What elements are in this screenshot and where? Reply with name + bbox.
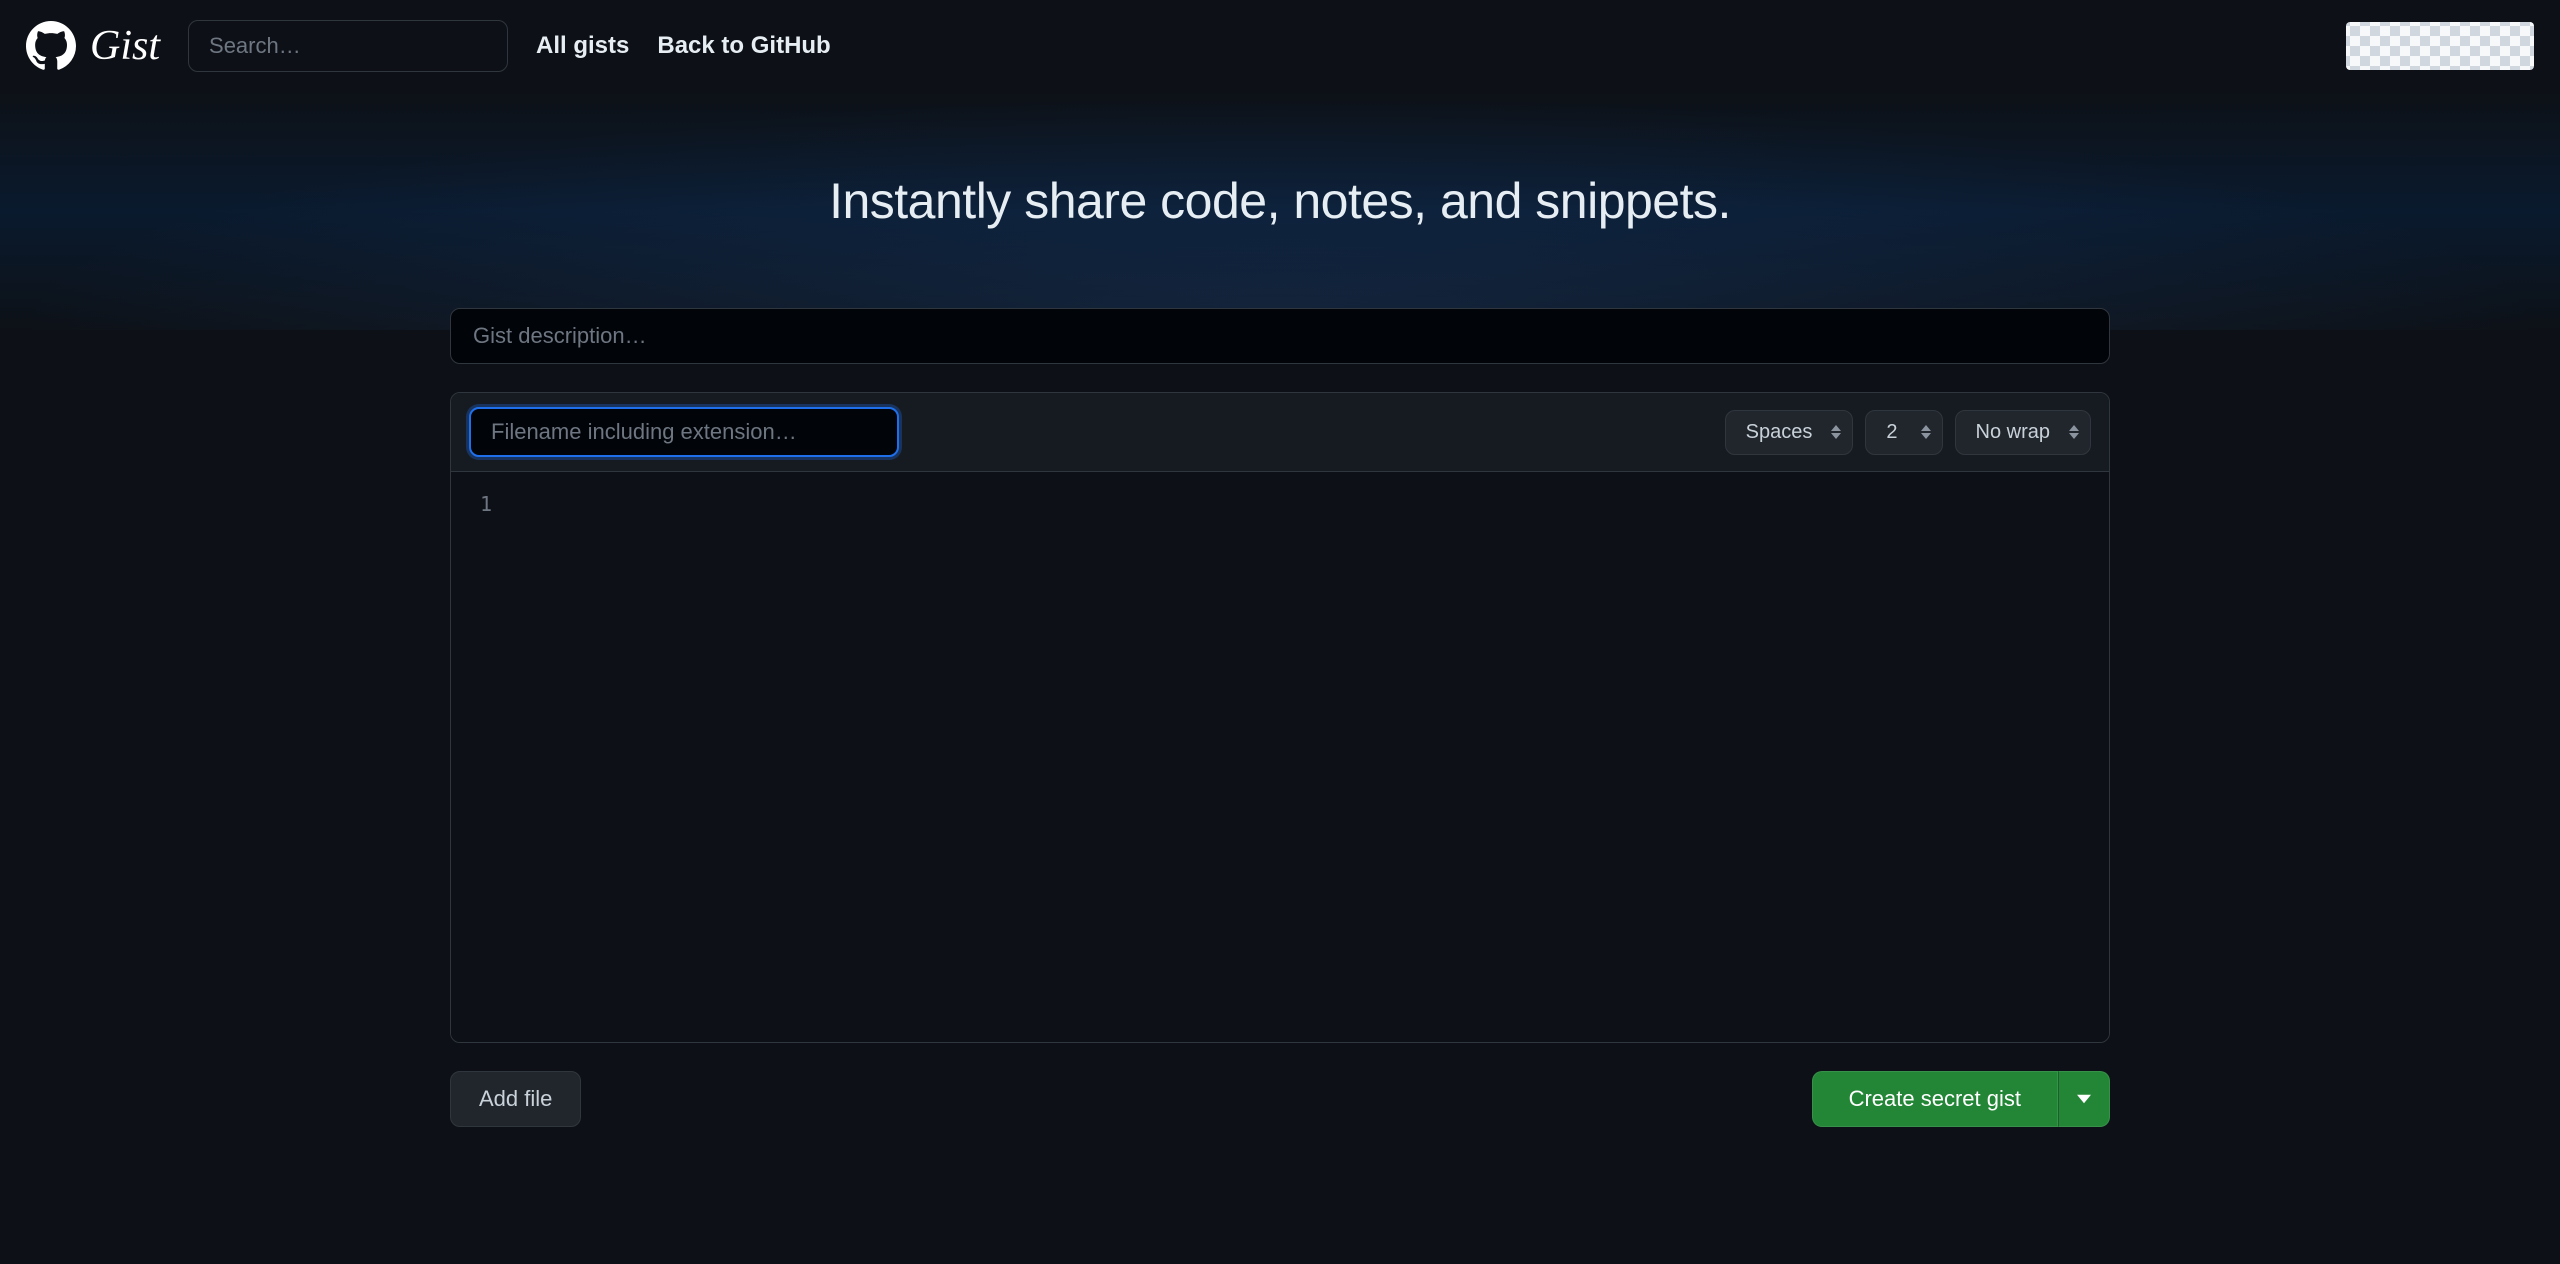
create-secret-gist-button[interactable]: Create secret gist (1812, 1071, 2058, 1127)
avatar[interactable] (2346, 22, 2534, 70)
line-number: 1 (451, 490, 521, 518)
indent-mode-select[interactable]: Spaces (1725, 410, 1854, 455)
editor-container: Spaces 2 No wrap (450, 392, 2110, 1043)
hero-section: Instantly share code, notes, and snippet… (0, 92, 2560, 330)
editor-toolbar: Spaces 2 No wrap (451, 393, 2109, 472)
caret-down-icon (2077, 1094, 2091, 1104)
logo[interactable]: Gist (26, 21, 160, 71)
add-file-button[interactable]: Add file (450, 1071, 581, 1127)
header: Gist All gists Back to GitHub (0, 0, 2560, 92)
main-content: Spaces 2 No wrap (410, 330, 2150, 1127)
editor-body: 1 (451, 472, 2109, 1042)
bottom-actions: Add file Create secret gist (450, 1071, 2110, 1127)
nav-all-gists[interactable]: All gists (536, 32, 629, 60)
wrap-mode-select[interactable]: No wrap (1955, 410, 2091, 455)
hero-title: Instantly share code, notes, and snippet… (0, 172, 2560, 230)
line-numbers: 1 (451, 472, 521, 1042)
github-icon (26, 21, 76, 71)
create-options-dropdown[interactable] (2058, 1071, 2110, 1127)
code-area[interactable] (521, 472, 2109, 1042)
search-input[interactable] (188, 20, 508, 72)
logo-gist-text: Gist (90, 22, 160, 70)
create-button-group: Create secret gist (1812, 1071, 2110, 1127)
indent-size-select[interactable]: 2 (1865, 410, 1942, 455)
description-input[interactable] (450, 308, 2110, 364)
filename-input[interactable] (469, 407, 899, 457)
nav-links: All gists Back to GitHub (536, 32, 831, 60)
nav-back-to-github[interactable]: Back to GitHub (657, 32, 830, 60)
